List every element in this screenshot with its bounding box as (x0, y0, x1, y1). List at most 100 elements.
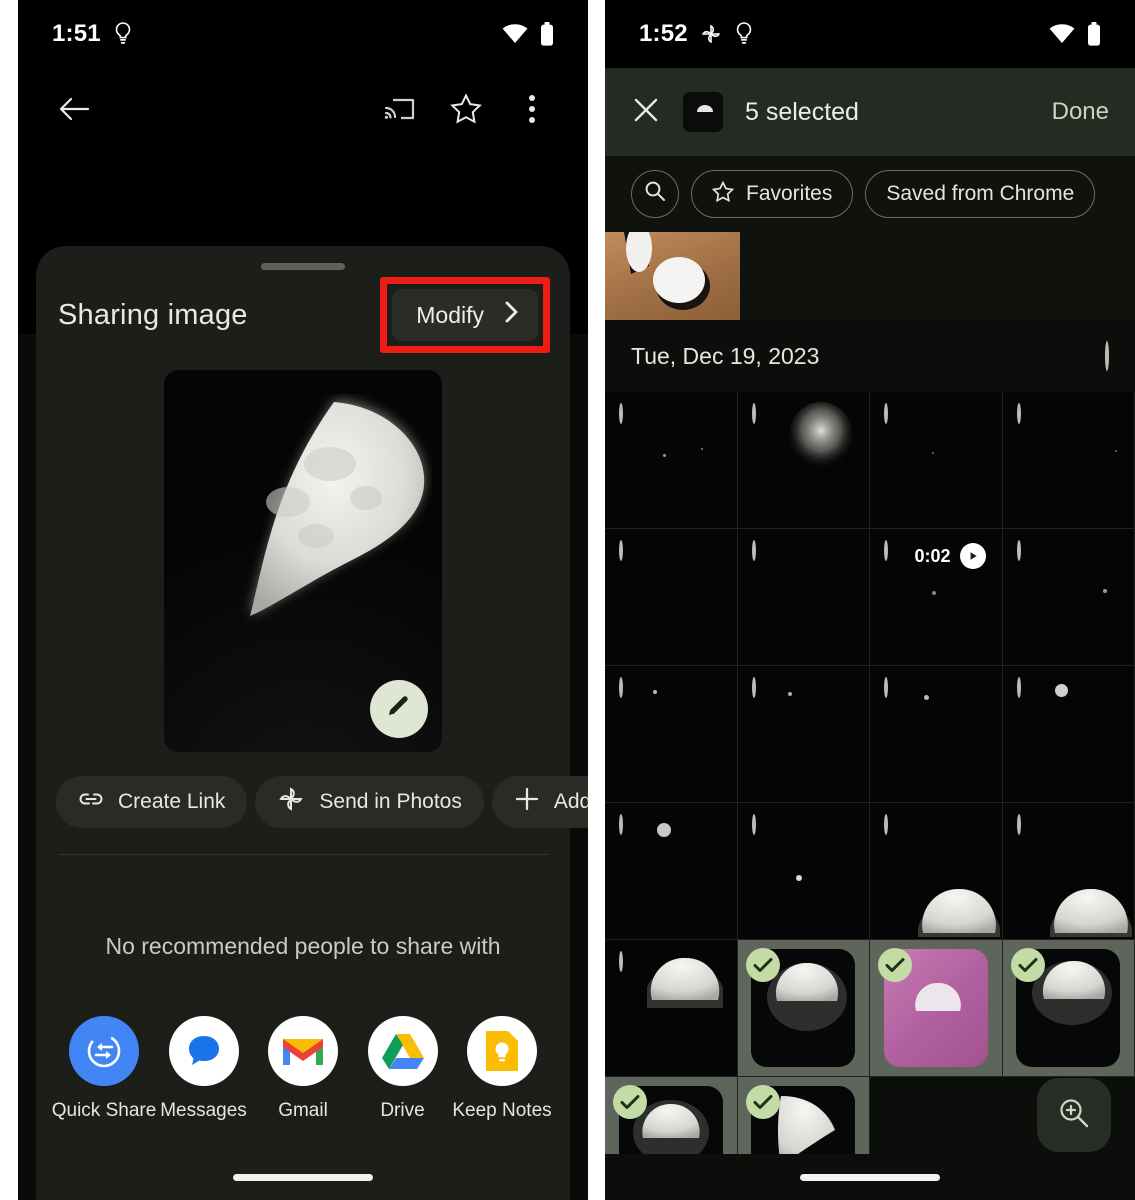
grid-cell[interactable] (1002, 392, 1135, 529)
grid-cell-selected[interactable] (870, 940, 1003, 1077)
select-checkbox[interactable] (751, 403, 756, 424)
grid-cell[interactable] (737, 392, 870, 529)
grid-cell[interactable] (1002, 529, 1135, 666)
date-header-label: Tue, Dec 19, 2023 (631, 342, 820, 369)
gesture-bar[interactable] (233, 1173, 373, 1181)
app-keep-notes[interactable]: Keep Notes (452, 1016, 552, 1122)
date-select-all-checkbox[interactable] (1105, 340, 1109, 371)
wifi-icon (502, 24, 528, 44)
half-moon-image (1050, 888, 1132, 937)
picker-toolbar: 5 selected Done (605, 68, 1135, 156)
shared-image-preview[interactable] (164, 370, 442, 752)
grid-cell[interactable] (605, 529, 738, 666)
left-gesture-nav[interactable] (36, 1154, 570, 1200)
select-checkbox[interactable] (1016, 814, 1021, 835)
select-checkbox[interactable] (884, 814, 888, 835)
back-button[interactable] (46, 83, 102, 139)
moon-image (250, 400, 425, 616)
sheet-drag-handle[interactable] (261, 263, 345, 270)
select-checkbox[interactable] (884, 403, 888, 424)
select-checkbox[interactable] (1016, 403, 1021, 424)
send-in-photos-chip[interactable]: Send in Photos (255, 776, 484, 828)
quick-share-icon (69, 1016, 139, 1086)
sheet-divider (58, 854, 548, 855)
share-action-chips: Create Link Send in Photos Add to Album (56, 776, 588, 828)
screenshot-root: 1:51 Sharing image Modify Create Link Se… (0, 0, 1135, 1200)
favorite-button[interactable] (438, 83, 494, 139)
grid-cell[interactable] (737, 666, 870, 803)
grid-cell[interactable] (605, 803, 738, 940)
chromecast-photo-thumbnail[interactable] (605, 232, 740, 320)
edit-image-button[interactable] (370, 680, 428, 738)
grid-cell[interactable] (605, 392, 738, 529)
select-checkbox[interactable] (884, 677, 888, 698)
checkmark-icon (1010, 948, 1045, 982)
shared-image-preview-wrap (36, 370, 570, 752)
lightbulb-icon (113, 22, 133, 46)
select-checkbox[interactable] (751, 540, 756, 561)
grid-cell[interactable] (870, 803, 1003, 940)
filter-strip: Favorites Saved from Chrome (605, 156, 1135, 320)
search-chip[interactable] (631, 170, 679, 218)
selection-thumbnail[interactable] (683, 92, 723, 132)
battery-icon (540, 22, 554, 46)
left-phone-panel: 1:51 Sharing image Modify Create Link Se… (18, 0, 588, 1200)
saved-from-chrome-chip[interactable]: Saved from Chrome (865, 170, 1096, 218)
select-checkbox[interactable] (619, 814, 623, 835)
app-messages[interactable]: Messages (158, 1016, 250, 1122)
modify-button-label: Modify (416, 301, 484, 328)
create-link-chip[interactable]: Create Link (56, 776, 248, 828)
select-checkbox[interactable] (619, 403, 623, 424)
modify-button[interactable]: Modify (392, 289, 538, 341)
grid-cell[interactable] (870, 666, 1003, 803)
app-quick-share[interactable]: Quick Share (52, 1016, 156, 1122)
select-checkbox[interactable] (884, 540, 888, 561)
grid-cell[interactable] (870, 392, 1003, 529)
done-button[interactable]: Done (1052, 98, 1109, 126)
chevron-right-icon (504, 301, 518, 329)
send-in-photos-label: Send in Photos (319, 790, 462, 813)
select-checkbox[interactable] (1016, 540, 1021, 561)
blurred-moon-image (788, 402, 853, 470)
grid-cell[interactable] (605, 940, 738, 1077)
app-drive[interactable]: Drive (357, 1016, 449, 1122)
photos-pinwheel-icon (277, 785, 305, 819)
selection-count-label: 5 selected (745, 97, 859, 126)
select-checkbox[interactable] (1016, 677, 1021, 698)
add-to-album-chip[interactable]: Add to Album (491, 776, 588, 828)
create-link-label: Create Link (118, 790, 226, 813)
messages-icon (168, 1016, 239, 1086)
grid-cell[interactable] (1002, 666, 1135, 803)
grid-cell-selected[interactable] (737, 940, 870, 1077)
grid-cell-selected[interactable] (1002, 940, 1135, 1077)
select-checkbox[interactable] (619, 677, 623, 698)
status-time: 1:51 (52, 20, 101, 47)
play-icon (959, 543, 986, 569)
select-checkbox[interactable] (619, 951, 623, 972)
zoom-in-button[interactable] (1037, 1078, 1111, 1152)
sheet-header: Sharing image Modify (36, 276, 570, 354)
right-phone-panel: 1:52 5 selected Done Favorites Saved fro… (605, 0, 1135, 1200)
grid-cell-video[interactable]: 0:02 (870, 529, 1003, 666)
grid-cell[interactable] (1002, 803, 1135, 940)
grid-cell[interactable] (737, 803, 870, 940)
overflow-menu-button[interactable] (504, 83, 560, 139)
left-app-toolbar (18, 68, 588, 154)
select-checkbox[interactable] (751, 677, 756, 698)
scrolled-photo-row (605, 232, 1135, 320)
left-status-bar: 1:51 (18, 0, 588, 68)
checkmark-icon (878, 948, 912, 982)
cast-button[interactable] (372, 83, 428, 139)
star-icon (711, 180, 735, 208)
app-gmail[interactable]: Gmail (257, 1016, 349, 1122)
select-checkbox[interactable] (751, 814, 756, 835)
right-gesture-nav[interactable] (605, 1154, 1135, 1200)
favorites-chip[interactable]: Favorites (691, 170, 854, 218)
gesture-bar[interactable] (800, 1173, 940, 1181)
select-checkbox[interactable] (619, 540, 623, 561)
plus-icon (514, 786, 540, 818)
close-button[interactable] (631, 95, 661, 130)
app-label: Gmail (278, 1100, 328, 1121)
grid-cell[interactable] (737, 529, 870, 666)
grid-cell[interactable] (605, 666, 738, 803)
